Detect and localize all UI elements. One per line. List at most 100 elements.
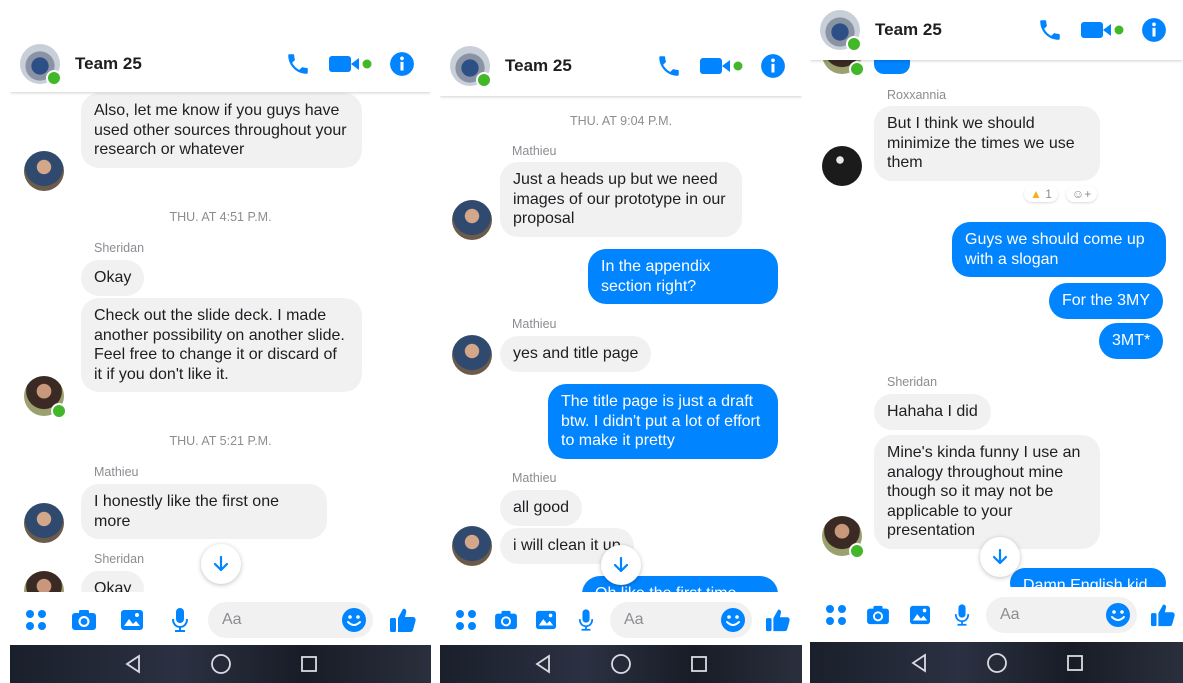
composer-bar: Aa [810,587,1183,642]
four-dots-icon[interactable] [822,601,850,629]
video-camera-icon[interactable] [698,51,744,81]
message-bubble[interactable]: The title page is just a draft btw. I di… [548,384,778,459]
avatar[interactable] [822,146,862,186]
avatar[interactable] [452,335,492,375]
system-navigation-bar [810,642,1183,683]
message-bubble[interactable]: For the 3MY [1049,283,1164,319]
jump-to-latest-button[interactable] [601,545,641,585]
message-input[interactable]: Aa [208,601,373,638]
conversation-title[interactable]: Team 25 [505,56,654,76]
triangle-back-icon[interactable] [532,653,554,675]
microphone-icon[interactable] [572,606,600,634]
message-input-placeholder: Aa [1000,605,1020,623]
square-recent-icon[interactable] [298,653,320,675]
image-icon[interactable] [118,606,146,634]
info-icon[interactable] [758,51,788,81]
conversation-panel-2: Team 25 THU. AT 9:04 P.M. Mathieu Just a… [440,36,802,683]
message-input-placeholder: Aa [624,610,644,628]
image-icon[interactable] [532,606,560,634]
smiley-icon[interactable] [341,607,367,633]
message-bubble[interactable]: But I think we should minimize the times… [874,106,1100,181]
online-indicator [46,70,62,86]
message-bubble[interactable]: all good [500,490,583,526]
avatar[interactable] [24,376,67,419]
jump-to-latest-button[interactable] [201,544,241,584]
system-navigation-bar [440,645,802,683]
avatar[interactable] [24,151,64,191]
avatar[interactable] [452,200,492,240]
thumbs-up-icon[interactable] [764,606,792,634]
message-input-placeholder: Aa [222,610,242,628]
thumbs-up-icon[interactable] [1149,601,1177,629]
circle-home-icon[interactable] [210,653,232,675]
sender-name: Mathieu [512,471,557,485]
message-bubble[interactable]: Check out the slide deck. I made another… [81,298,362,392]
triangle-back-icon[interactable] [122,653,144,675]
conversation-title[interactable]: Team 25 [875,20,1035,40]
phone-icon[interactable] [1035,15,1065,45]
square-recent-icon[interactable] [688,653,710,675]
info-icon[interactable] [1139,15,1169,45]
video-camera-icon[interactable] [327,49,373,79]
sender-name: Roxxannia [887,88,947,102]
thumbs-up-reaction[interactable]: ▲ 1 [1024,186,1058,202]
message-bubble[interactable]: In the appendix section right? [588,249,778,304]
timestamp: THU. AT 5:21 P.M. [169,434,272,448]
image-icon[interactable] [906,601,934,629]
group-avatar[interactable] [20,44,62,86]
online-indicator [849,543,865,559]
conversation-panel-1: Team 25 Also, let me know if you guys ha… [10,36,431,683]
four-dots-icon[interactable] [22,606,50,634]
camera-icon[interactable] [70,606,98,634]
message-bubble[interactable]: yes and title page [500,336,652,372]
phone-icon[interactable] [283,49,313,79]
message-reactions[interactable]: ▲ 1 ☺+ [1024,184,1098,204]
conversation-header: Team 25 [810,0,1183,60]
avatar[interactable] [452,526,492,566]
message-bubble[interactable]: Also, let me know if you guys have used … [81,93,362,168]
microphone-icon[interactable] [166,606,194,634]
phone-icon[interactable] [654,51,684,81]
arrow-down-icon [992,548,1008,565]
square-recent-icon[interactable] [1064,652,1086,674]
arrow-down-icon [613,556,629,573]
online-indicator [476,72,492,88]
online-indicator [846,36,862,52]
message-input[interactable]: Aa [986,596,1137,633]
message-bubble[interactable]: Just a heads up but we need images of ou… [500,162,742,237]
group-avatar[interactable] [450,46,492,88]
message-input[interactable]: Aa [610,601,752,638]
composer-bar: Aa [440,592,802,647]
circle-home-icon[interactable] [610,653,632,675]
camera-icon[interactable] [864,601,892,629]
jump-to-latest-button[interactable] [980,537,1020,577]
four-dots-icon[interactable] [452,606,480,634]
system-navigation-bar [10,645,431,683]
smiley-icon[interactable] [720,607,746,633]
thumbs-up-icon[interactable] [389,606,417,634]
conversation-panel-3: Team 25 Roxxannia But I think we should … [810,0,1183,683]
message-bubble[interactable]: I honestly like the first one more [81,484,327,539]
conversation-header: Team 25 [10,36,431,92]
composer-bar: Aa [10,592,431,647]
message-bubble[interactable]: Hahaha I did [874,394,991,430]
add-reaction-button[interactable]: ☺+ [1065,186,1098,202]
info-icon[interactable] [387,49,417,79]
message-bubble[interactable]: Okay [81,260,145,296]
avatar[interactable] [24,503,64,543]
circle-home-icon[interactable] [986,652,1008,674]
message-bubble[interactable]: Mine's kinda funny I use an analogy thro… [874,435,1100,549]
message-bubble[interactable]: 3MT* [1099,323,1164,359]
online-indicator [51,403,67,419]
avatar[interactable] [822,516,865,559]
online-indicator [849,61,865,77]
triangle-back-icon[interactable] [908,652,930,674]
camera-icon[interactable] [492,606,520,634]
group-avatar[interactable] [820,10,862,52]
conversation-title[interactable]: Team 25 [75,54,283,74]
message-bubble[interactable]: Guys we should come up with a slogan [952,222,1166,277]
microphone-icon[interactable] [948,601,976,629]
video-camera-icon[interactable] [1079,15,1125,45]
sender-name: Mathieu [512,144,557,158]
smiley-icon[interactable] [1105,602,1131,628]
